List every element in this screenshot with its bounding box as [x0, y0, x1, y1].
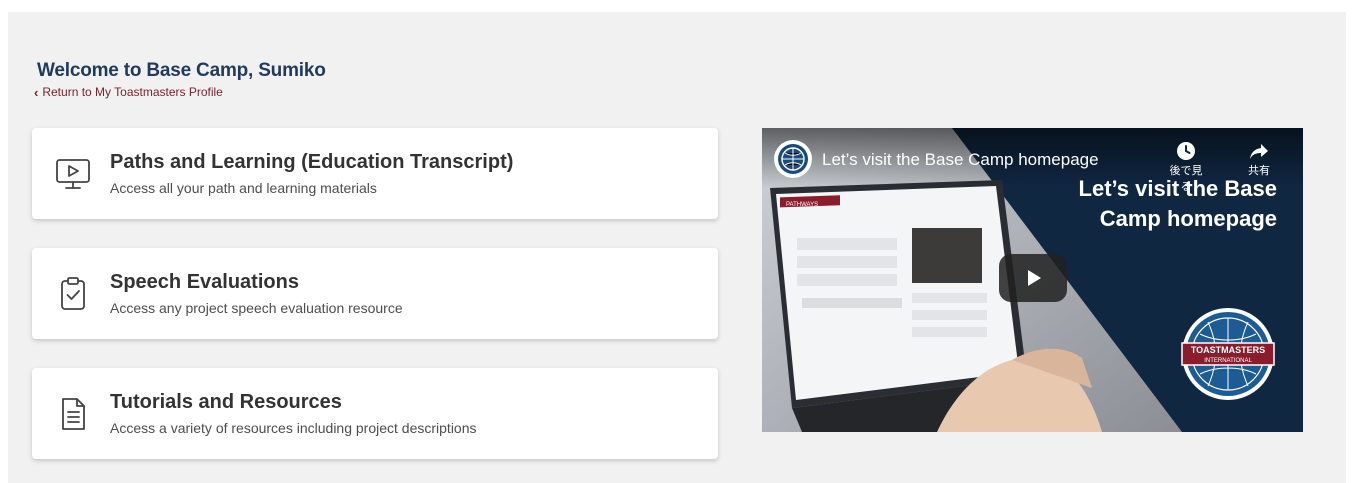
card-description: Access all your path and learning materi… [110, 180, 377, 196]
overlay-line-2: Camp homepage [1099, 206, 1277, 231]
video-title[interactable]: Let’s visit the Base Camp homepage [822, 150, 1099, 170]
paths-and-learning-card[interactable]: Paths and Learning (Education Transcript… [32, 128, 718, 219]
video-player[interactable]: PATHWAYS Let’s visit the Base Camp homep… [762, 128, 1303, 432]
speech-evaluations-card[interactable]: Speech Evaluations Access any project sp… [32, 248, 718, 339]
play-icon [1028, 270, 1041, 286]
clock-icon [1166, 140, 1206, 162]
tutorials-and-resources-card[interactable]: Tutorials and Resources Access a variety… [32, 368, 718, 459]
card-title: Paths and Learning (Education Transcript… [110, 151, 514, 173]
play-button[interactable] [999, 254, 1067, 302]
monitor-play-icon [54, 155, 92, 193]
page-title: Welcome to Base Camp, Sumiko [37, 60, 326, 81]
card-title: Tutorials and Resources [110, 391, 342, 413]
document-icon [54, 395, 92, 433]
share-arrow-icon [1239, 140, 1279, 162]
chevron-left-icon: ‹ [34, 84, 39, 100]
card-description: Access any project speech evaluation res… [110, 300, 403, 316]
card-description: Access a variety of resources including … [110, 420, 477, 436]
return-link-label: Return to My Toastmasters Profile [42, 85, 223, 99]
clipboard-check-icon [54, 275, 92, 313]
logo-text: TOASTMASTERS [1191, 345, 1265, 355]
overlay-line-1: Let’s visit the Base [1078, 176, 1277, 201]
video-overlay-text: Let’s visit the Base Camp homepage [1079, 174, 1277, 234]
screen-brand-text: PATHWAYS [786, 202, 818, 208]
card-title: Speech Evaluations [110, 271, 299, 293]
toastmasters-logo: TOASTMASTERS INTERNATIONAL [1181, 308, 1275, 400]
logo-subtext: INTERNATIONAL [1204, 358, 1252, 364]
return-to-profile-link[interactable]: ‹ Return to My Toastmasters Profile [34, 85, 223, 99]
channel-logo-icon[interactable] [774, 140, 812, 178]
share-button[interactable]: 共有 [1239, 140, 1279, 178]
